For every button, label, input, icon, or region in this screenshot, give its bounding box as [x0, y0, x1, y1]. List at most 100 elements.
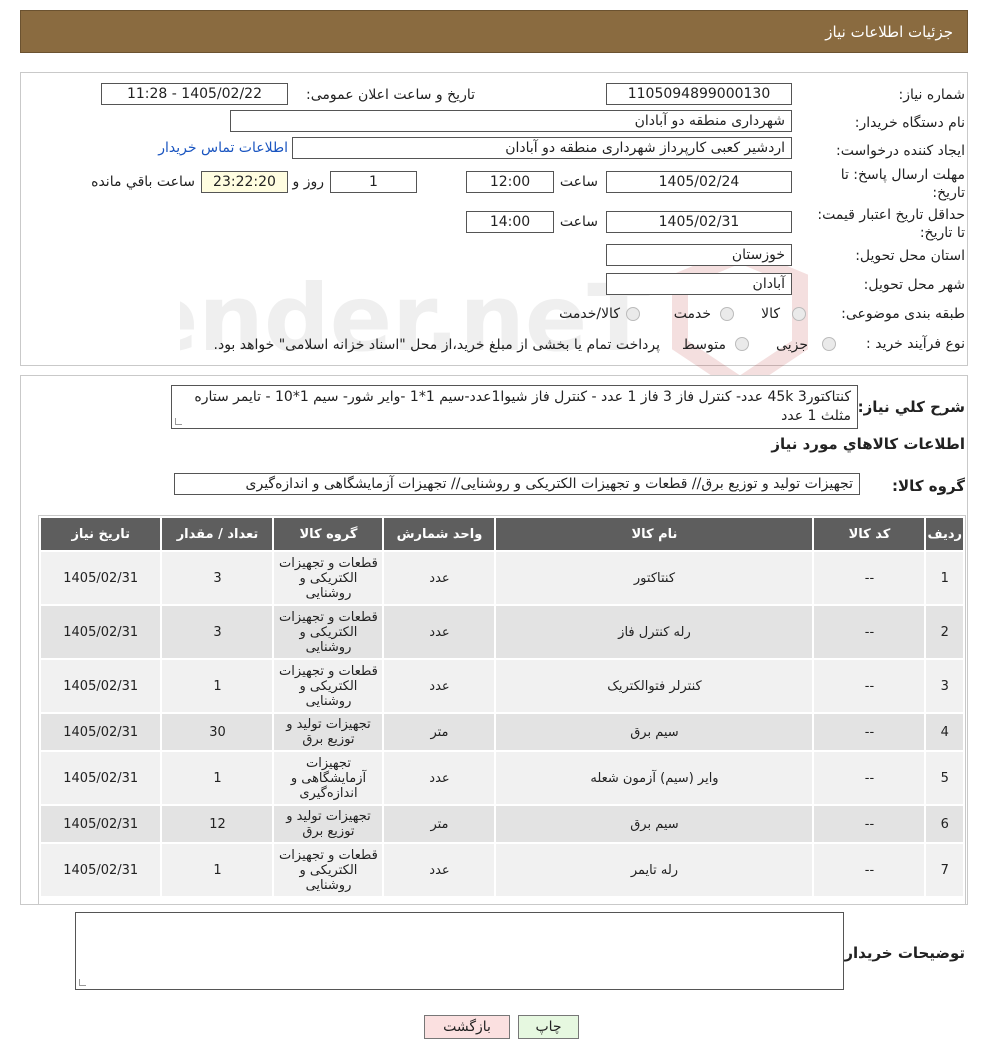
cell-code: -- — [814, 714, 925, 750]
cell-unit: عدد — [384, 752, 495, 804]
contact-buyer-link[interactable]: اطلاعات تماس خریدار — [158, 140, 288, 156]
category-radio-goods[interactable] — [792, 307, 806, 321]
category-radio-service[interactable] — [720, 307, 734, 321]
cell-date: 1405/02/31 — [41, 552, 161, 604]
back-button[interactable]: بازگشت — [424, 1015, 510, 1039]
print-button[interactable]: چاپ — [518, 1015, 579, 1039]
cell-group: قطعات و تجهیزات الکتریکی و روشنایی — [274, 552, 383, 604]
cell-date: 1405/02/31 — [41, 844, 161, 896]
category-label: طبقه بندی موضوعی: — [841, 306, 965, 322]
table-row[interactable]: 6 -- سیم برق متر تجهیزات تولید و توزیع ب… — [41, 806, 963, 842]
process-option-medium: متوسط — [682, 337, 726, 353]
goods-section-title: اطلاعات کالاهاي مورد نياز — [771, 435, 965, 453]
col-header-date[interactable]: تاريخ نياز — [41, 518, 161, 550]
resize-handle-icon[interactable] — [175, 418, 182, 425]
cell-date: 1405/02/31 — [41, 660, 161, 712]
cell-code: -- — [814, 844, 925, 896]
table-header-row: رديف کد کالا نام کالا واحد شمارش گروه کا… — [41, 518, 963, 550]
col-header-group[interactable]: گروه کالا — [274, 518, 383, 550]
need-number-field: 1105094899000130 — [606, 83, 792, 105]
page-header: جزئیات اطلاعات نیاز — [20, 10, 968, 53]
col-header-name[interactable]: نام کالا — [496, 518, 813, 550]
col-header-quantity[interactable]: تعداد / مقدار — [162, 518, 273, 550]
cell-quantity: 3 — [162, 606, 273, 658]
description-label: شرح کلي نياز: — [857, 398, 965, 416]
reply-time-field: 12:00 — [466, 171, 554, 193]
items-table-wrapper: رديف کد کالا نام کالا واحد شمارش گروه کا… — [38, 515, 966, 905]
cell-quantity: 12 — [162, 806, 273, 842]
process-radio-minor[interactable] — [822, 337, 836, 351]
cell-date: 1405/02/31 — [41, 752, 161, 804]
cell-date: 1405/02/31 — [41, 714, 161, 750]
cell-name: کنتاکتور — [496, 552, 813, 604]
cell-date: 1405/02/31 — [41, 806, 161, 842]
days-field: 1 — [330, 171, 417, 193]
cell-row-number: 7 — [926, 844, 963, 896]
process-option-minor: جزیی — [776, 337, 808, 353]
process-radio-medium[interactable] — [735, 337, 749, 351]
cell-quantity: 3 — [162, 552, 273, 604]
buyer-notes-textarea[interactable] — [75, 912, 844, 990]
cell-name: کنترلر فتوالکتریک — [496, 660, 813, 712]
remaining-label: ساعت باقي مانده — [91, 174, 195, 190]
requester-label: ایجاد کننده درخواست: — [836, 143, 965, 159]
col-header-row-number[interactable]: رديف — [926, 518, 963, 550]
cell-name: سیم برق — [496, 714, 813, 750]
cell-row-number: 5 — [926, 752, 963, 804]
cell-quantity: 1 — [162, 752, 273, 804]
cell-unit: عدد — [384, 606, 495, 658]
category-option-service: خدمت — [673, 306, 711, 322]
table-row[interactable]: 3 -- کنترلر فتوالکتریک عدد قطعات و تجهیز… — [41, 660, 963, 712]
items-table: رديف کد کالا نام کالا واحد شمارش گروه کا… — [39, 516, 965, 898]
cell-unit: عدد — [384, 552, 495, 604]
table-row[interactable]: 7 -- رله تایمر عدد قطعات و تجهیزات الکتر… — [41, 844, 963, 896]
validity-time-field: 14:00 — [466, 211, 554, 233]
cell-unit: متر — [384, 806, 495, 842]
cell-row-number: 3 — [926, 660, 963, 712]
cell-name: رله تایمر — [496, 844, 813, 896]
validity-date-field: 1405/02/31 — [606, 211, 792, 233]
cell-row-number: 6 — [926, 806, 963, 842]
description-textarea[interactable]: کنتاکتور3 45k عدد- کنترل فاز 3 فاز 1 عدد… — [171, 385, 858, 429]
table-row[interactable]: 1 -- کنتاکتور عدد قطعات و تجهیزات الکتری… — [41, 552, 963, 604]
cell-row-number: 1 — [926, 552, 963, 604]
col-header-code[interactable]: کد کالا — [814, 518, 925, 550]
cell-quantity: 1 — [162, 844, 273, 896]
cell-unit: عدد — [384, 844, 495, 896]
cell-quantity: 1 — [162, 660, 273, 712]
cell-group: تجهیزات تولید و توزیع برق — [274, 806, 383, 842]
resize-handle-icon[interactable] — [79, 979, 86, 986]
cell-name: رله کنترل فاز — [496, 606, 813, 658]
cell-group: قطعات و تجهیزات الکتریکی و روشنایی — [274, 660, 383, 712]
cell-name: وایر (سیم) آزمون شعله — [496, 752, 813, 804]
remaining-time-field: 23:22:20 — [201, 171, 288, 193]
cell-group: قطعات و تجهیزات الکتریکی و روشنایی — [274, 606, 383, 658]
city-field: آبادان — [606, 273, 792, 295]
table-row[interactable]: 5 -- وایر (سیم) آزمون شعله عدد تجهیزات آ… — [41, 752, 963, 804]
reply-deadline-label: مهلت ارسال پاسخ: تا تاریخ: — [840, 167, 965, 201]
city-label: شهر محل تحویل: — [863, 277, 965, 293]
buyer-notes-label: توضيحات خريدار: — [838, 944, 965, 962]
buyer-org-label: نام دستگاه خریدار: — [854, 115, 965, 131]
col-header-unit[interactable]: واحد شمارش — [384, 518, 495, 550]
cell-row-number: 2 — [926, 606, 963, 658]
cell-code: -- — [814, 752, 925, 804]
category-radio-goods-service[interactable] — [626, 307, 640, 321]
days-label: روز و — [292, 174, 325, 190]
category-option-goods: کالا — [761, 306, 780, 322]
category-option-goods-service: کالا/خدمت — [559, 306, 620, 322]
cell-group: تجهیزات تولید و توزیع برق — [274, 714, 383, 750]
announce-field: 1405/02/22 - 11:28 — [101, 83, 288, 105]
goods-group-field: تجهیزات تولید و توزیع برق// قطعات و تجهی… — [174, 473, 860, 495]
description-text: کنتاکتور3 45k عدد- کنترل فاز 3 فاز 1 عدد… — [194, 389, 851, 424]
need-number-label: شماره نیاز: — [898, 87, 966, 103]
cell-code: -- — [814, 552, 925, 604]
process-note: پرداخت تمام یا بخشی از مبلغ خرید،از محل … — [213, 337, 660, 353]
cell-row-number: 4 — [926, 714, 963, 750]
province-label: استان محل تحویل: — [855, 248, 965, 264]
validity-label: حداقل تاریخ اعتبار قیمت: تا تاریخ: — [817, 207, 965, 241]
table-row[interactable]: 2 -- رله کنترل فاز عدد قطعات و تجهیزات ا… — [41, 606, 963, 658]
reply-time-label: ساعت — [559, 174, 598, 190]
table-row[interactable]: 4 -- سیم برق متر تجهیزات تولید و توزیع ب… — [41, 714, 963, 750]
page-title: جزئیات اطلاعات نیاز — [825, 23, 953, 41]
